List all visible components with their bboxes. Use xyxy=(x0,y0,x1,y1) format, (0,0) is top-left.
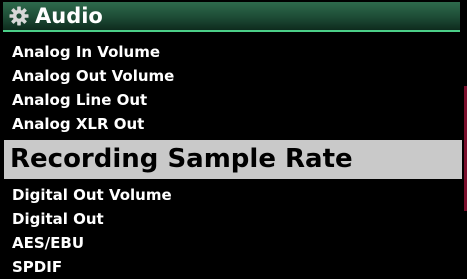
menu-item-digital-out[interactable]: Digital Out xyxy=(4,207,462,231)
menu-item-aes-ebu[interactable]: AES/EBU xyxy=(4,231,462,255)
menu-item-recording-sample-rate[interactable]: Recording Sample Rate xyxy=(4,140,462,179)
audio-settings-screen: Audio Analog In Volume Analog Out Volume… xyxy=(0,0,467,276)
screen-header: Audio xyxy=(3,2,460,32)
menu-item-analog-out-volume[interactable]: Analog Out Volume xyxy=(4,64,462,88)
menu-item-analog-line-out[interactable]: Analog Line Out xyxy=(4,88,462,112)
gear-icon xyxy=(9,6,29,26)
page-title: Audio xyxy=(35,4,103,28)
audio-menu-list: Analog In Volume Analog Out Volume Analo… xyxy=(4,40,462,279)
menu-item-spdif[interactable]: SPDIF xyxy=(4,255,462,279)
menu-item-digital-out-volume[interactable]: Digital Out Volume xyxy=(4,183,462,207)
menu-item-analog-xlr-out[interactable]: Analog XLR Out xyxy=(4,112,462,136)
menu-item-analog-in-volume[interactable]: Analog In Volume xyxy=(4,40,462,64)
